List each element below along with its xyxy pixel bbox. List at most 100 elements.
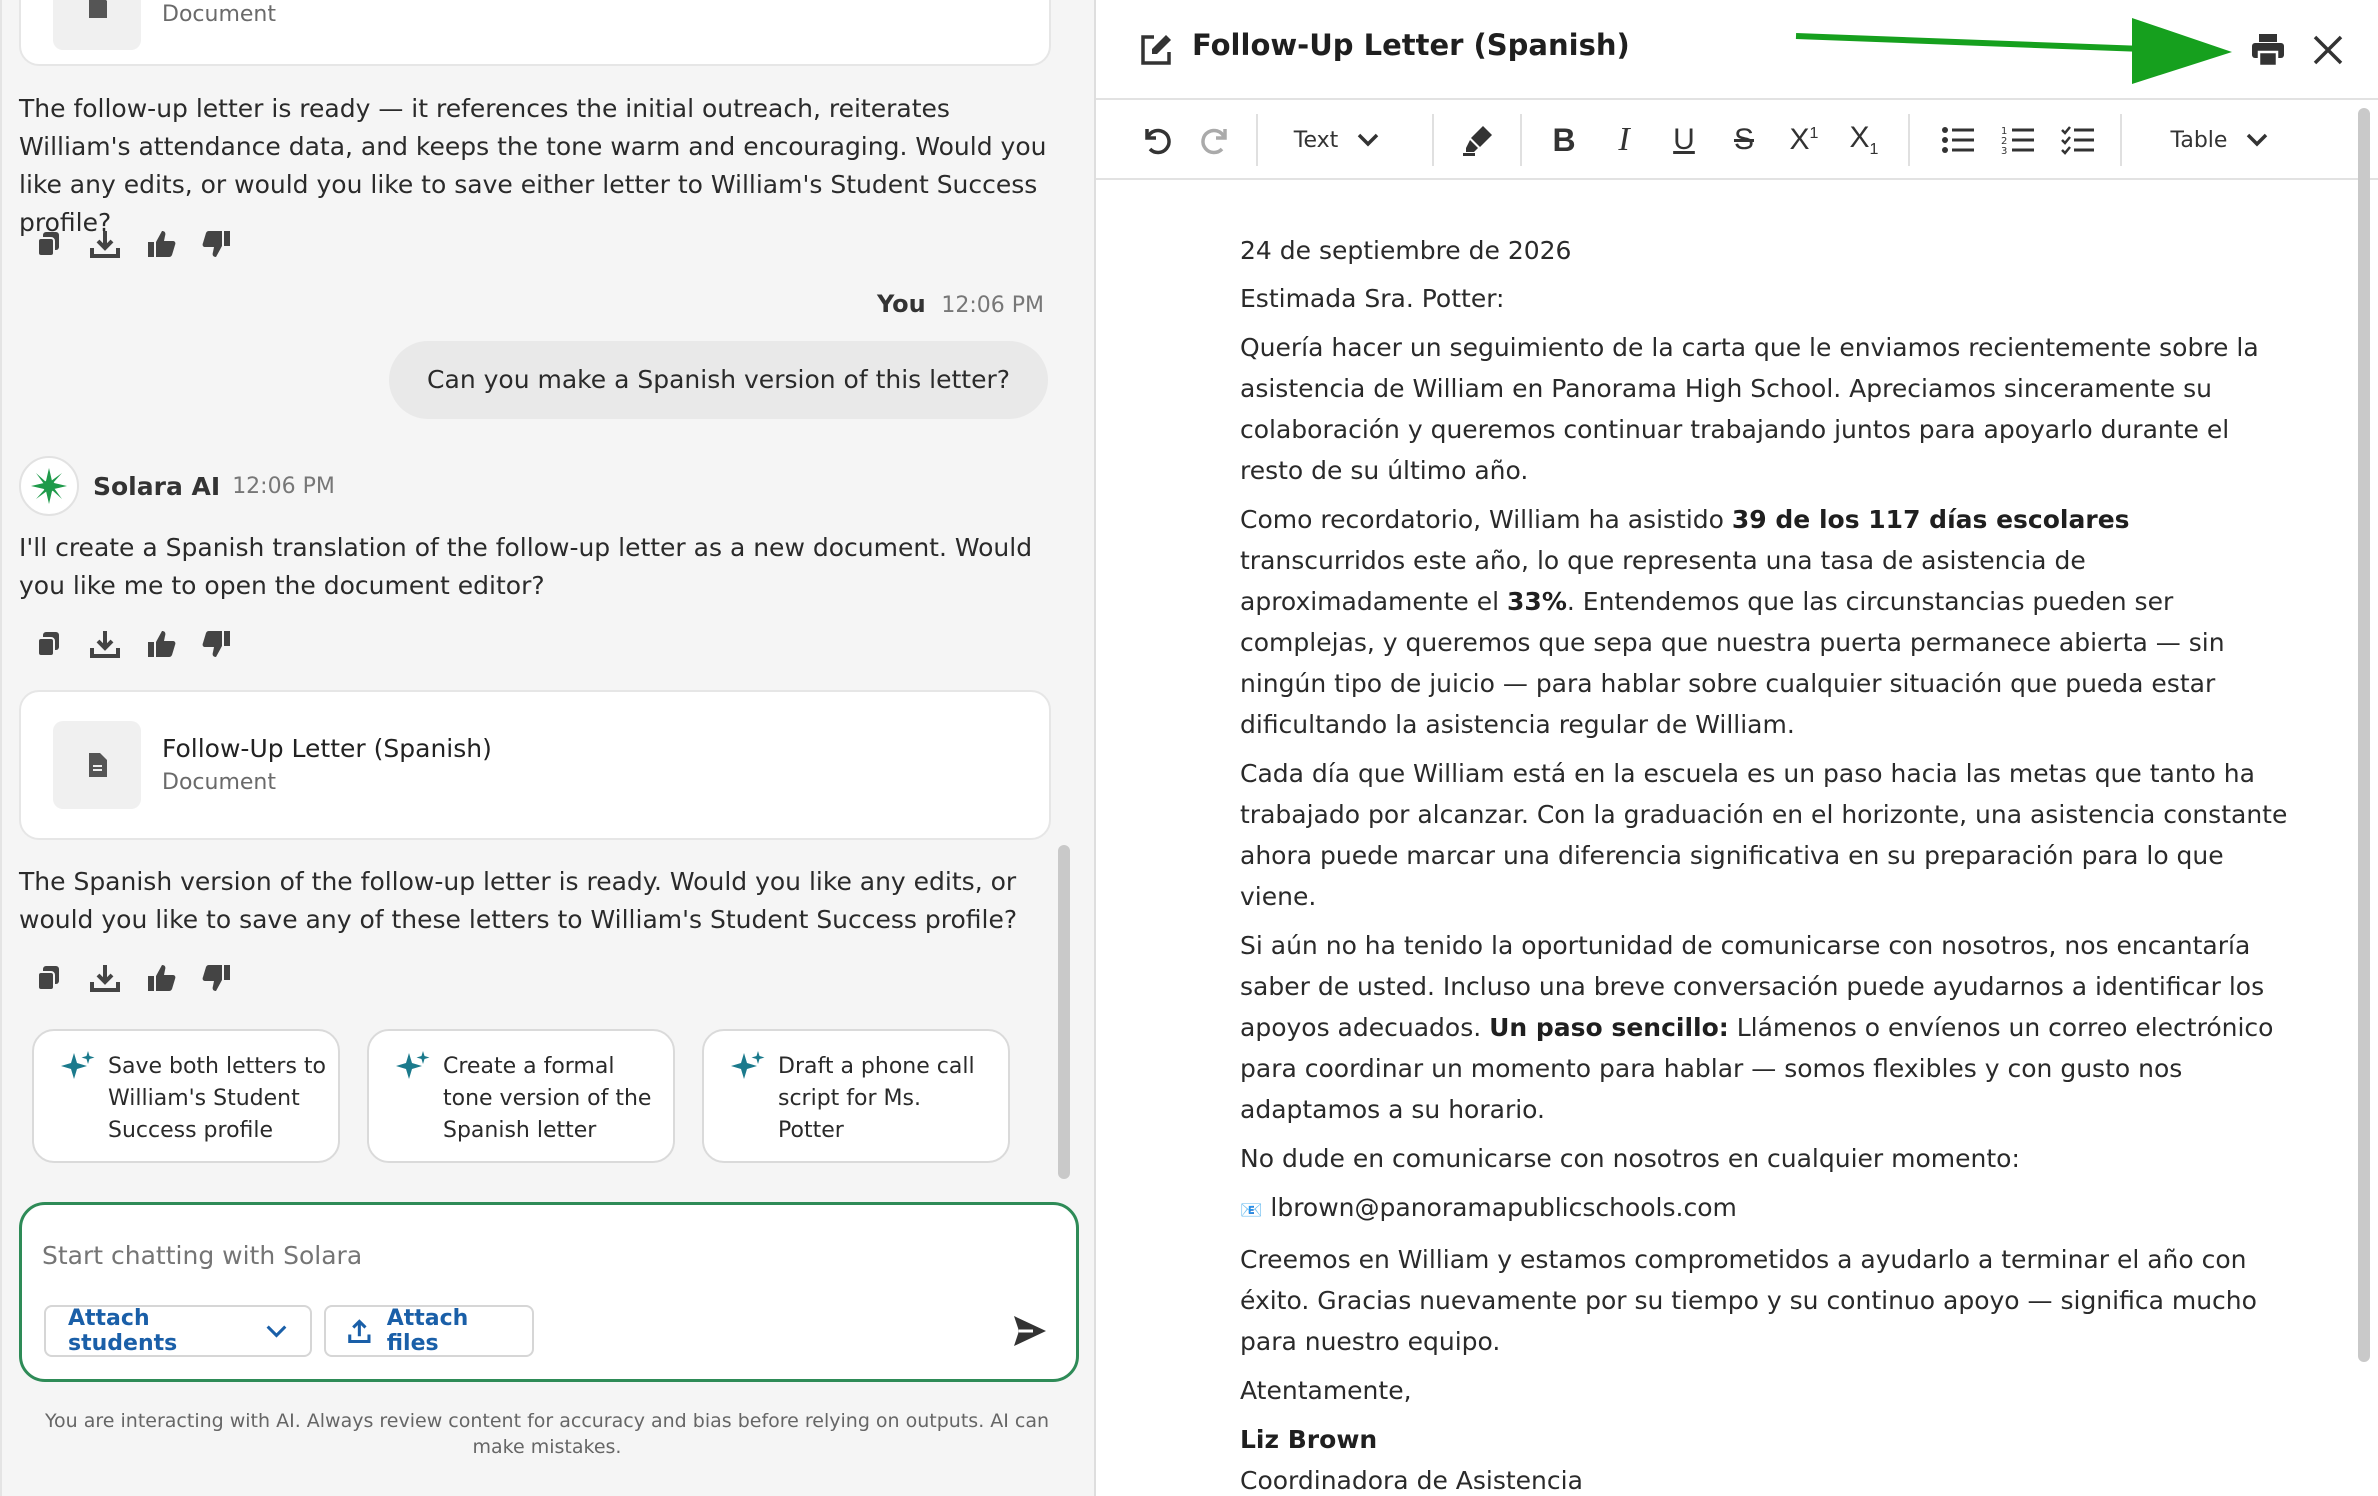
app-root: Document The follow-up letter is ready —… bbox=[0, 0, 2378, 1496]
letter-paragraph: Como recordatorio, William ha asistido 3… bbox=[1240, 505, 2225, 739]
letter-closing: Atentamente, bbox=[1240, 1376, 1412, 1405]
thumbs-down-icon[interactable] bbox=[200, 227, 234, 261]
user-message-time: 12:06 PM bbox=[941, 293, 1044, 318]
toolbar-divider bbox=[1432, 114, 1434, 166]
assistant-message-text: The follow-up letter is ready — it refer… bbox=[19, 94, 1047, 237]
copy-icon[interactable] bbox=[32, 227, 66, 261]
bold-icon: B bbox=[1552, 121, 1576, 158]
print-icon bbox=[2252, 34, 2284, 68]
copy-icon[interactable] bbox=[32, 627, 66, 661]
chevron-down-icon bbox=[266, 1325, 287, 1338]
underline-button[interactable]: U bbox=[1662, 118, 1706, 162]
toolbar-divider bbox=[1520, 114, 1522, 166]
toolbar-divider bbox=[2120, 114, 2122, 166]
chat-input[interactable]: Start chatting with Solara bbox=[42, 1241, 362, 1270]
redo-icon bbox=[1201, 128, 1227, 155]
attach-files-label: Attach files bbox=[386, 1306, 469, 1356]
letter-paragraph: No dude en comunicarse con nosotros en c… bbox=[1240, 1144, 2020, 1173]
attach-students-button[interactable]: Attach students bbox=[44, 1305, 312, 1357]
table-dropdown[interactable]: Table bbox=[2160, 118, 2280, 162]
letter-paragraph: Quería hacer un seguimiento de la carta … bbox=[1240, 333, 2259, 485]
user-message-header: You 12:06 PM bbox=[877, 290, 1044, 318]
letter-paragraph: Si aún no ha tenido la oportunidad de co… bbox=[1240, 931, 2274, 1124]
text-style-label: Text bbox=[1293, 127, 1339, 153]
italic-button[interactable]: I bbox=[1602, 118, 1646, 162]
download-icon[interactable] bbox=[88, 227, 122, 261]
document-content[interactable]: 24 de septiembre de 2026 Estimada Sra. P… bbox=[1240, 230, 2300, 1496]
document-editor-pane: Follow-Up Letter (Spanish) Text B I U S … bbox=[1094, 0, 2378, 1496]
text-style-dropdown[interactable]: Text bbox=[1282, 118, 1392, 162]
document-card[interactable]: Follow-Up Letter (Spanish) Document bbox=[19, 690, 1051, 840]
superscript-icon: X1 bbox=[1789, 123, 1819, 156]
highlight-button[interactable] bbox=[1456, 118, 1500, 162]
subscript-icon: X1 bbox=[1849, 121, 1879, 158]
bold-button[interactable]: B bbox=[1542, 118, 1586, 162]
print-button[interactable] bbox=[2246, 28, 2290, 72]
suggestion-label: Draft a phone call script for Ms. Potter bbox=[778, 1054, 975, 1143]
assistant-message-time: 12:06 PM bbox=[232, 473, 335, 499]
email-icon: 📧 bbox=[1240, 1200, 1263, 1221]
editor-scrollbar[interactable] bbox=[2358, 108, 2370, 1362]
document-thumbnail bbox=[53, 721, 141, 809]
redo-button[interactable] bbox=[1194, 118, 1238, 162]
download-icon[interactable] bbox=[88, 627, 122, 661]
suggestion-chip-phone-script[interactable]: Draft a phone call script for Ms. Potter bbox=[702, 1029, 1010, 1163]
chevron-down-icon bbox=[2247, 133, 2268, 147]
assistant-name: Solara AI bbox=[93, 471, 221, 501]
sparkle-icon bbox=[731, 1051, 765, 1079]
highlighter-icon bbox=[1463, 126, 1492, 156]
close-button[interactable] bbox=[2306, 28, 2350, 72]
thumbs-up-icon[interactable] bbox=[144, 627, 178, 661]
copy-icon[interactable] bbox=[32, 961, 66, 995]
document-icon bbox=[89, 0, 107, 18]
strikethrough-icon: S bbox=[1733, 123, 1754, 156]
document-card-type: Document bbox=[162, 2, 276, 27]
letter-paragraph: Cada día que William está en la escuela … bbox=[1240, 759, 2288, 911]
strikethrough-button[interactable]: S bbox=[1722, 118, 1766, 162]
send-button[interactable] bbox=[1008, 1309, 1052, 1353]
user-name: You bbox=[876, 290, 926, 318]
chat-scrollbar[interactable] bbox=[1058, 845, 1070, 1179]
solara-logo-icon bbox=[31, 468, 67, 504]
thumbs-down-icon[interactable] bbox=[200, 961, 234, 995]
chevron-down-icon bbox=[1358, 133, 1379, 147]
edit-icon bbox=[1134, 28, 1178, 72]
message-actions bbox=[32, 224, 234, 264]
suggestion-chip-formal-tone[interactable]: Create a formal tone version of the Spanis… bbox=[367, 1029, 675, 1163]
thumbs-up-icon[interactable] bbox=[144, 227, 178, 261]
sparkle-icon bbox=[61, 1051, 95, 1079]
annotation-arrow bbox=[1795, 18, 2232, 84]
undo-icon bbox=[1145, 128, 1171, 155]
email-address: lbrown@panoramapublicschools.com bbox=[1270, 1193, 1737, 1222]
bullet-list-button[interactable] bbox=[1936, 118, 1980, 162]
editor-toolbar: Text B I U S X1 X1 1 2 3 Table bbox=[1096, 100, 2378, 180]
upload-icon bbox=[348, 1319, 371, 1344]
document-thumbnail bbox=[53, 0, 141, 50]
letter-greeting: Estimada Sra. Potter: bbox=[1240, 284, 1505, 313]
suggestion-chip-save-letters[interactable]: Save both letters to William's Student Suc… bbox=[32, 1029, 340, 1163]
letter-signer-title: Coordinadora de Asistencia bbox=[1240, 1466, 1583, 1495]
italic-icon: I bbox=[1618, 121, 1630, 158]
underline-icon: U bbox=[1673, 123, 1695, 156]
suggestion-label: Save both letters to William's Student Suc… bbox=[108, 1054, 327, 1143]
superscript-button[interactable]: X1 bbox=[1782, 118, 1826, 162]
numbered-list-icon: 123 bbox=[2001, 126, 2034, 155]
download-icon[interactable] bbox=[88, 961, 122, 995]
thumbs-up-icon[interactable] bbox=[144, 961, 178, 995]
numbered-list-button[interactable]: 123 bbox=[1996, 118, 2040, 162]
attach-students-label: Attach students bbox=[68, 1306, 178, 1356]
document-card-previous[interactable]: Document bbox=[19, 0, 1051, 66]
checklist-button[interactable] bbox=[2056, 118, 2100, 162]
thumbs-down-icon[interactable] bbox=[200, 627, 234, 661]
attach-files-button[interactable]: Attach files bbox=[324, 1305, 534, 1357]
svg-text:3: 3 bbox=[2001, 146, 2007, 155]
close-icon bbox=[2313, 35, 2343, 65]
chat-composer: Start chatting with Solara Attach studen… bbox=[19, 1202, 1079, 1382]
subscript-button[interactable]: X1 bbox=[1842, 118, 1886, 162]
letter-email: 📧 lbrown@panoramapublicschools.com bbox=[1240, 1187, 2300, 1231]
send-icon bbox=[1014, 1316, 1046, 1346]
document-card-title: Follow-Up Letter (Spanish) bbox=[162, 734, 492, 763]
suggestion-label: Create a formal tone version of the Spanis… bbox=[443, 1054, 652, 1143]
toolbar-divider bbox=[1256, 114, 1258, 166]
undo-button[interactable] bbox=[1134, 118, 1178, 162]
